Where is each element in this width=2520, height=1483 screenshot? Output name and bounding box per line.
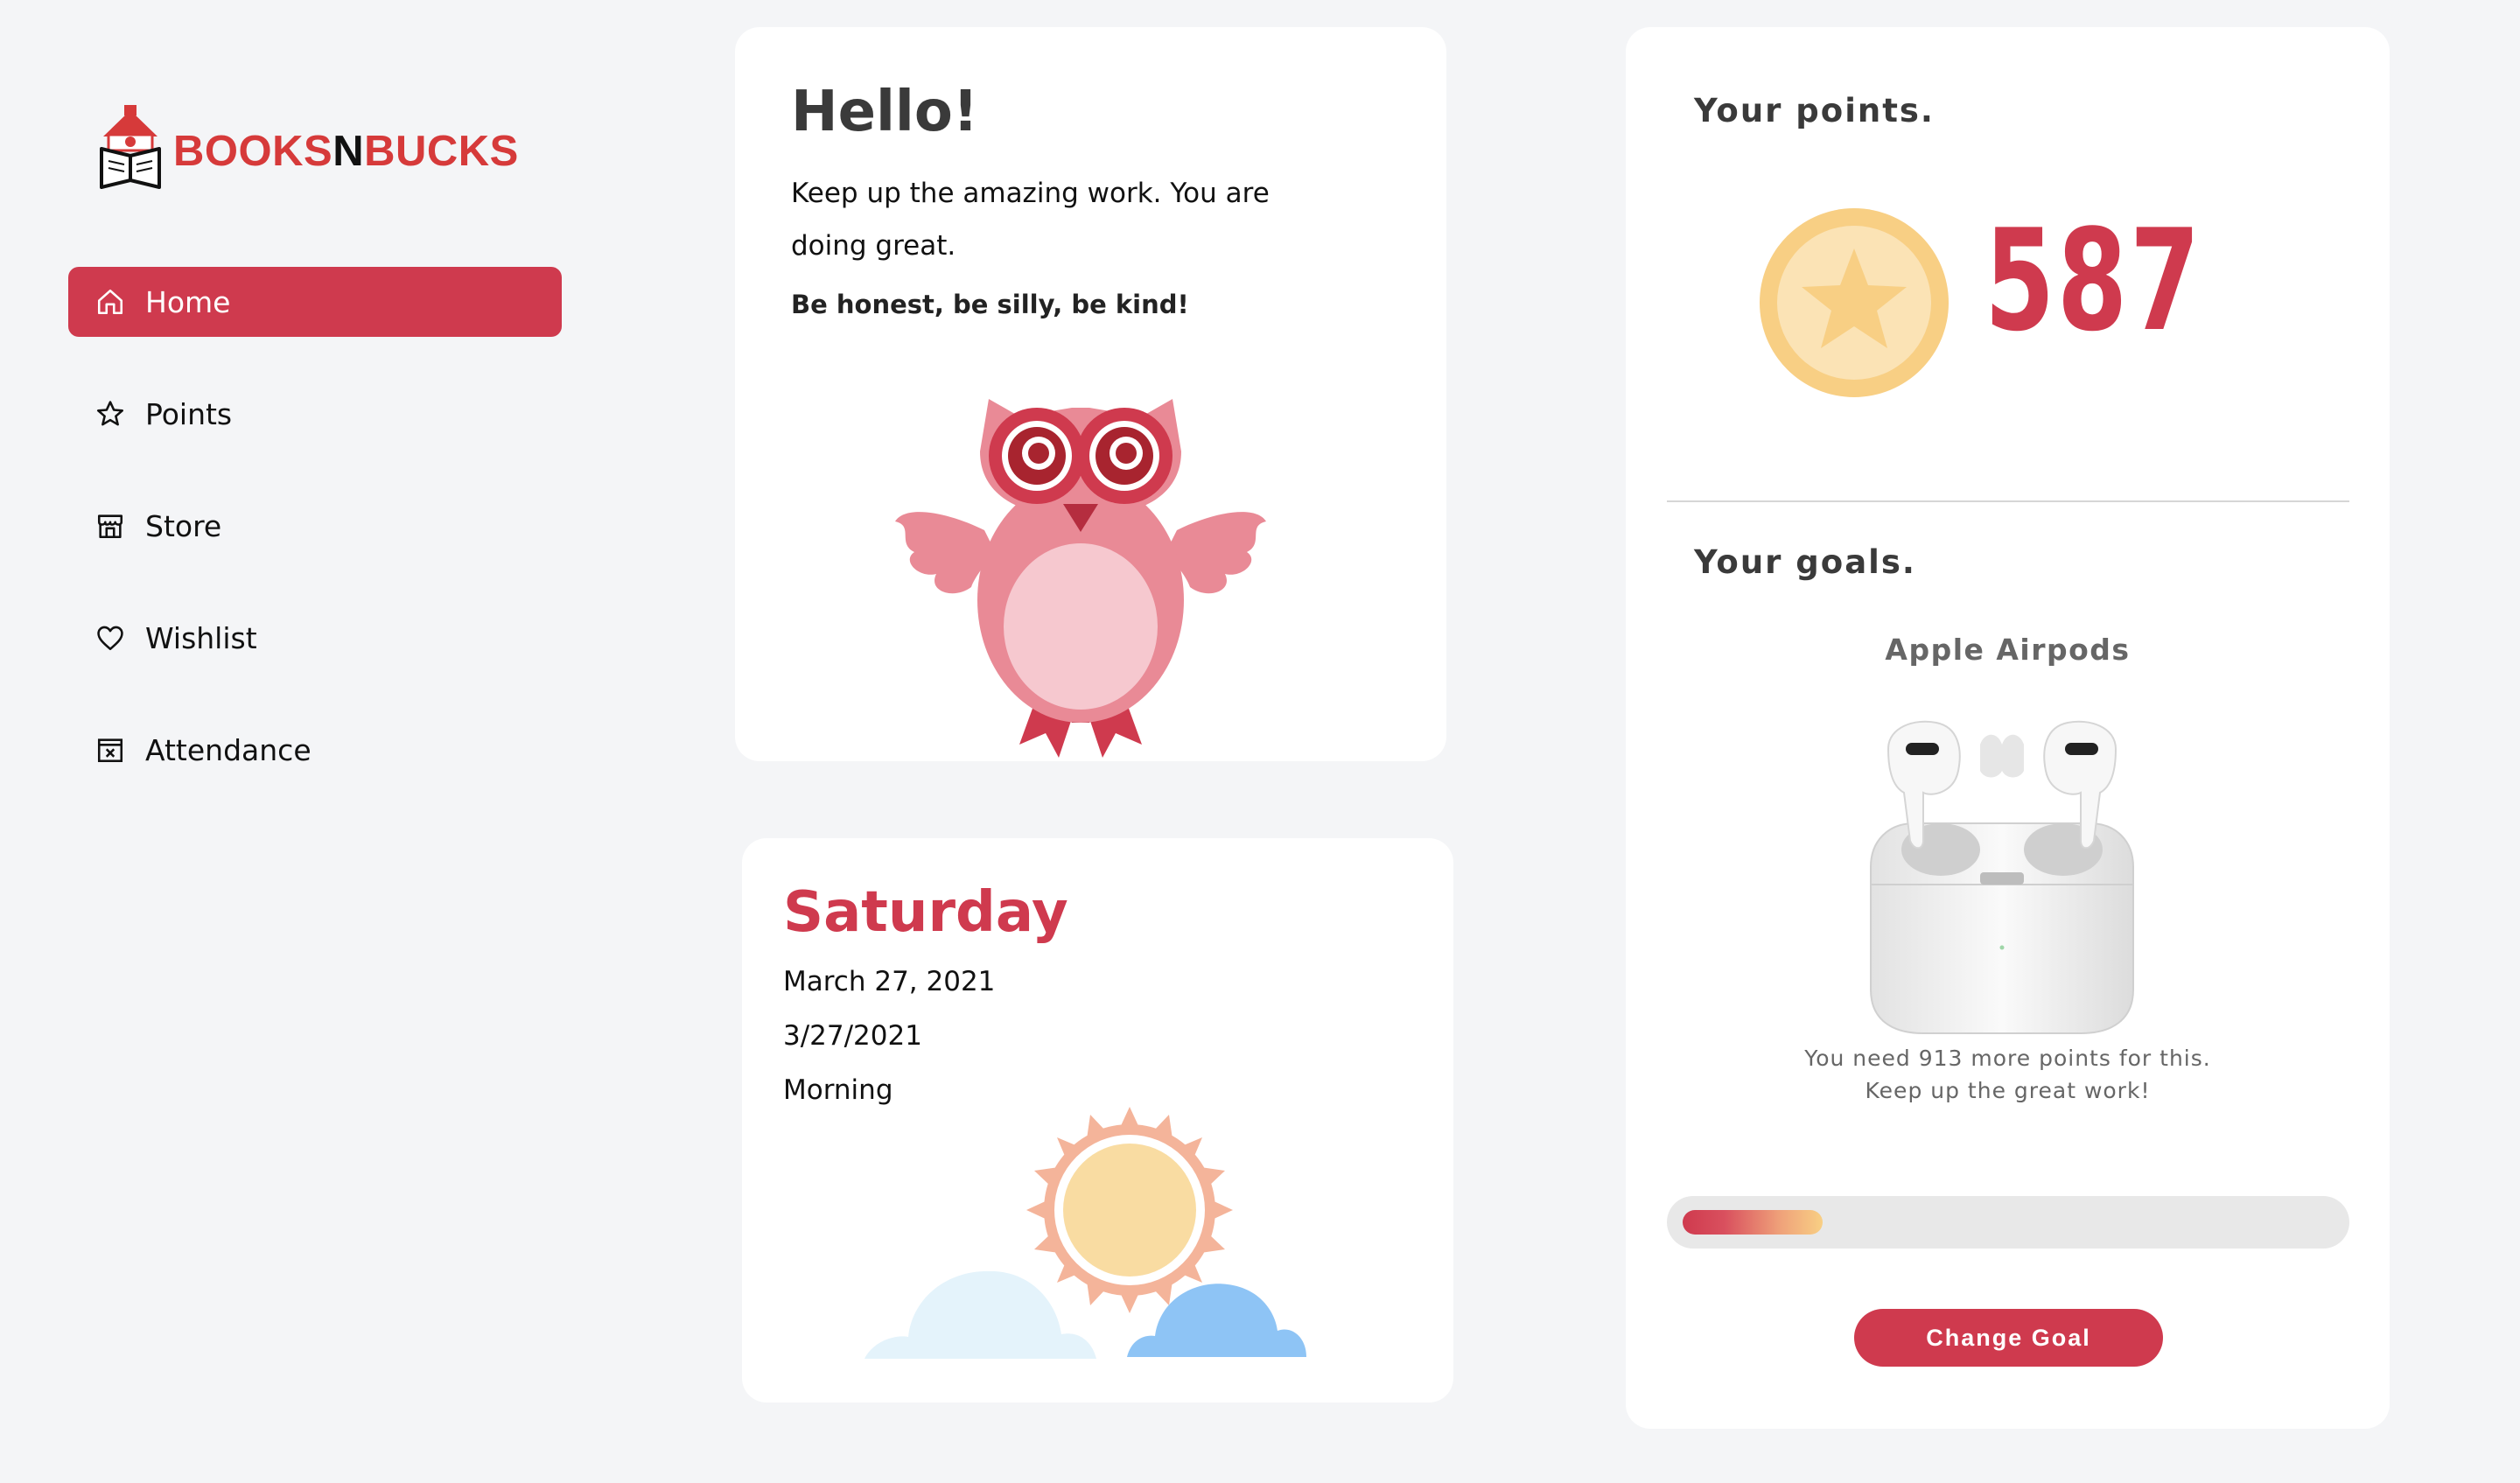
sidebar-item-points[interactable]: Points	[68, 379, 562, 449]
encouragement-line: Keep up the great work!	[1865, 1078, 2151, 1103]
hello-title: Hello!	[791, 80, 978, 144]
home-icon	[94, 286, 126, 318]
star-icon	[94, 398, 126, 430]
goal-name: Apple Airpods	[1885, 633, 2131, 667]
sidebar-item-label: Wishlist	[145, 620, 257, 655]
date-short: 3/27/2021	[783, 1020, 922, 1052]
goals-title: Your goals.	[1694, 543, 1916, 581]
brand-logo[interactable]: BOOKSNBUCKS	[94, 103, 519, 191]
sidebar-item-store[interactable]: Store	[68, 491, 562, 561]
goal-progress-fill	[1683, 1210, 1823, 1235]
points-needed-line: You need 913 more points for this.	[1804, 1046, 2211, 1071]
hello-card: Hello! Keep up the amazing work. You are…	[735, 27, 1446, 761]
hello-message: Keep up the amazing work. You are doing …	[791, 178, 1270, 262]
sidebar-nav: Home Points Store Wishlist Attendance	[68, 267, 562, 827]
date-long: March 27, 2021	[783, 966, 996, 997]
sun-clouds-illustration	[864, 1107, 1306, 1359]
date-card: Saturday March 27, 2021 3/27/2021 Mornin…	[742, 838, 1453, 1403]
sidebar-item-label: Attendance	[145, 732, 312, 767]
brand-name: BOOKSNBUCKS	[173, 128, 519, 175]
points-goals-card: Your points. 587 Your goals. Apple Airpo…	[1626, 27, 2390, 1429]
coin-star-icon	[1760, 208, 1949, 397]
section-divider	[1667, 500, 2349, 502]
sidebar-item-home[interactable]: Home	[68, 267, 562, 337]
schoolhouse-book-icon	[100, 105, 161, 189]
sidebar-item-label: Store	[145, 508, 222, 543]
sidebar-item-wishlist[interactable]: Wishlist	[68, 603, 562, 673]
points-needed-message: You need 913 more points for this. Keep …	[1626, 1042, 2390, 1107]
sidebar-item-label: Points	[145, 396, 233, 431]
goal-progress-bar	[1667, 1196, 2349, 1249]
store-icon	[94, 510, 126, 542]
time-of-day: Morning	[783, 1074, 893, 1106]
sidebar-item-label: Home	[145, 284, 231, 319]
hello-motto: Be honest, be silly, be kind!	[791, 290, 1189, 319]
heart-icon	[94, 622, 126, 654]
change-goal-button[interactable]: Change Goal	[1854, 1309, 2163, 1367]
weekday-title: Saturday	[783, 880, 1068, 945]
goal-product-image	[1870, 720, 2134, 1034]
calendar-icon	[94, 734, 126, 766]
owl-mascot-illustration	[895, 399, 1266, 758]
points-title: Your points.	[1694, 92, 1935, 129]
points-value: 587	[1984, 199, 2203, 362]
sidebar-item-attendance[interactable]: Attendance	[68, 715, 562, 785]
